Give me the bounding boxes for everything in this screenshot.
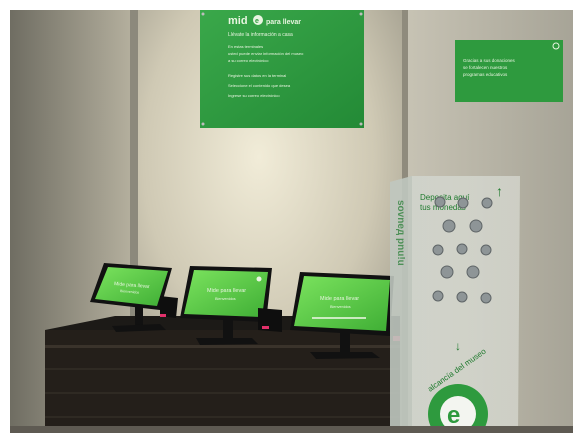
sign-line: se fortalecen nuestros <box>463 65 508 70</box>
kiosk-sub: Bienvenidos <box>330 305 351 309</box>
banner-line: En estas terminales <box>228 44 263 49</box>
banner-line: usted puede enviar información del museo <box>228 51 304 56</box>
museum-kiosk-scene: mid e para llevar Llévate la información… <box>0 0 575 433</box>
banner-bullet: Seleccione el contenido que desea <box>228 83 291 88</box>
kiosk-title: Mide para llevar <box>207 288 246 294</box>
info-banner: mid e para llevar Llévate la información… <box>200 10 364 128</box>
sign-line: programas educativos <box>463 72 508 77</box>
donation-vertical-text: sovneд pnu!u <box>395 200 406 266</box>
card-reader <box>258 308 282 332</box>
kiosk-sub: Bienvenidos <box>215 297 236 301</box>
sign-line: Gracias a sus donaciones <box>463 58 516 63</box>
banner-bullet: Registre sus datos en la terminal <box>228 73 286 78</box>
banner-subtitle: Llévate la información a casa <box>228 32 293 38</box>
banner-title: mid <box>228 15 248 27</box>
banner-bullet: Ingrese su correo electrónico <box>228 93 280 98</box>
banner-title-suffix: para llevar <box>266 19 301 26</box>
donation-box: Deposita aquí tus monedas ↑ ↓ sovneд pnu… <box>390 176 520 433</box>
kiosk-title: Mide para llevar <box>320 296 359 302</box>
banner-line: a su correo electrónico <box>228 58 269 63</box>
arrow-up-icon: ↑ <box>496 183 503 199</box>
kiosk-screen[interactable] <box>294 276 390 331</box>
svg-text:e: e <box>255 18 259 25</box>
svg-text:e: e <box>447 402 460 429</box>
donation-sign: Gracias a sus donaciones se fortalecen n… <box>455 40 563 102</box>
arrow-down-icon: ↓ <box>455 339 461 353</box>
